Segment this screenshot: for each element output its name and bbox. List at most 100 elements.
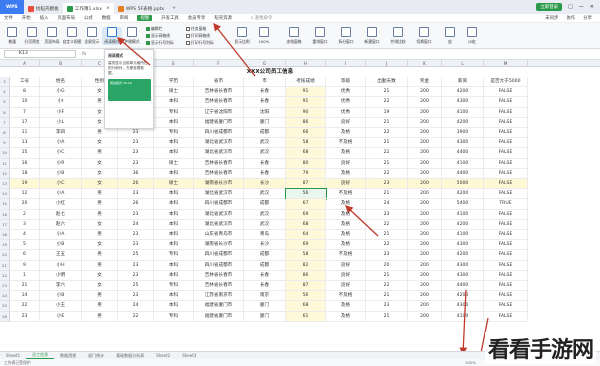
menu-formulas[interactable]: 公式 — [84, 15, 93, 21]
table-cell[interactable]: 21 — [366, 87, 408, 98]
table-cell[interactable]: 赵七 — [40, 209, 82, 220]
table-cell[interactable]: 福建省厦门市 — [194, 311, 244, 322]
table-cell[interactable]: 良好 — [326, 260, 366, 271]
table-cell[interactable]: 68 — [286, 148, 326, 159]
table-cell[interactable]: 长沙 — [244, 179, 286, 190]
table-cell[interactable]: 本科 — [154, 260, 194, 271]
table-cell[interactable]: FALSE — [484, 97, 528, 108]
table-cell[interactable]: 4400 — [442, 168, 484, 179]
check-row-col-headers[interactable]: 显示行号列标 — [146, 40, 174, 46]
fullscreen-button[interactable]: 全屏显示 — [82, 27, 102, 45]
table-cell[interactable]: 21 — [366, 138, 408, 149]
row-header[interactable]: 24 — [0, 291, 10, 302]
table-cell[interactable]: 本科 — [154, 189, 194, 200]
row-header[interactable]: 9 — [0, 138, 10, 149]
table-cell[interactable]: 8 — [10, 87, 40, 98]
table-cell[interactable]: 200 — [408, 301, 442, 312]
table-cell[interactable]: 20 — [366, 260, 408, 271]
table-cell[interactable]: 66 — [286, 128, 326, 139]
table-cell[interactable]: 200 — [408, 281, 442, 292]
column-header[interactable]: G — [244, 60, 286, 67]
table-cell[interactable]: 厦门 — [244, 117, 286, 128]
command-search[interactable]: ⌕ 查找命令 — [251, 15, 272, 21]
checkbox[interactable] — [146, 34, 150, 38]
table-cell[interactable]: 22 — [366, 219, 408, 230]
zoom-100-button[interactable]: 100% — [254, 27, 274, 44]
table-cell[interactable]: 87 — [286, 179, 326, 190]
table-cell[interactable]: 长沙 — [244, 240, 286, 251]
table-cell[interactable]: 200 — [408, 138, 442, 149]
table-cell[interactable]: 200 — [408, 209, 442, 220]
table-cell[interactable]: 优秀 — [326, 87, 366, 98]
table-cell[interactable]: FALSE — [484, 291, 528, 302]
table-cell[interactable]: 小A — [40, 138, 82, 149]
row-header[interactable]: 16 — [0, 209, 10, 220]
table-cell[interactable]: 21 — [366, 117, 408, 128]
table-cell[interactable]: 及格 — [326, 168, 366, 179]
table-cell[interactable]: 厦门 — [244, 311, 286, 322]
sheet-tab[interactable]: Sheet3 — [176, 353, 202, 358]
table-cell[interactable]: 7 — [10, 107, 40, 118]
table-cell[interactable]: 本科 — [154, 117, 194, 128]
zoom-button[interactable]: 显示比例 — [232, 27, 252, 45]
table-cell[interactable]: 18 — [10, 168, 40, 179]
table-cell[interactable]: 4100 — [442, 311, 484, 322]
table-cell[interactable]: 56 — [286, 291, 326, 302]
table-cell[interactable]: 长春 — [244, 168, 286, 179]
table-cell[interactable]: 4100 — [442, 230, 484, 241]
table-cell[interactable]: TRUE — [484, 199, 528, 210]
table-cell[interactable]: FALSE — [484, 158, 528, 169]
table-cell[interactable]: 小L — [40, 117, 82, 128]
table-cell[interactable]: 23 — [366, 209, 408, 220]
table-cell[interactable]: 小C — [40, 179, 82, 190]
table-header-cell[interactable]: 考核成绩 — [286, 77, 326, 88]
table-cell[interactable]: 良好 — [326, 117, 366, 128]
table-cell[interactable]: 小I — [40, 97, 82, 108]
table-cell[interactable]: 专科 — [154, 128, 194, 139]
table-cell[interactable]: 36 — [118, 168, 154, 179]
table-cell[interactable]: 25 — [118, 250, 154, 261]
table-header-cell[interactable]: 薪资 — [442, 77, 484, 88]
menu-developer[interactable]: 开发工具 — [161, 15, 179, 21]
table-cell[interactable]: 200 — [408, 260, 442, 271]
table-cell[interactable]: FALSE — [484, 128, 528, 139]
table-cell[interactable]: 男 — [82, 301, 118, 312]
table-cell[interactable]: FALSE — [484, 148, 528, 159]
table-cell[interactable]: 男 — [82, 189, 118, 200]
switch-window-button[interactable]: 切换窗口 — [414, 27, 434, 45]
table-cell[interactable]: 23 — [118, 230, 154, 241]
row-header[interactable]: 11 — [0, 158, 10, 169]
column-header[interactable]: J — [366, 60, 408, 67]
table-cell[interactable]: 本科 — [154, 240, 194, 251]
table-cell[interactable]: 小R — [40, 158, 82, 169]
table-cell[interactable]: 女 — [82, 281, 118, 292]
table-cell[interactable]: FALSE — [484, 240, 528, 251]
table-cell[interactable]: 3900 — [442, 128, 484, 139]
table-cell[interactable]: 19 — [366, 107, 408, 118]
checkbox[interactable] — [146, 41, 150, 45]
table-cell[interactable]: 良好 — [326, 158, 366, 169]
column-header[interactable]: L — [442, 60, 484, 67]
table-cell[interactable]: 200 — [408, 87, 442, 98]
row-header[interactable]: 20 — [0, 250, 10, 261]
table-cell[interactable]: 本科 — [154, 219, 194, 230]
table-cell[interactable]: 67 — [286, 199, 326, 210]
table-cell[interactable]: 22 — [366, 148, 408, 159]
table-header-cell[interactable]: 市 — [244, 77, 286, 88]
table-cell[interactable]: 女 — [82, 240, 118, 251]
table-cell[interactable]: 不及格 — [326, 138, 366, 149]
row-header[interactable]: 15 — [0, 199, 10, 210]
table-cell[interactable]: 硕士 — [154, 87, 194, 98]
table-cell[interactable]: 及格 — [326, 219, 366, 230]
row-header[interactable]: 21 — [0, 260, 10, 271]
table-cell[interactable]: 4 — [10, 230, 40, 241]
freeze-panes-button[interactable]: 冻结窗格 — [284, 27, 304, 45]
checkbox[interactable] — [186, 34, 190, 38]
table-cell[interactable]: 4300 — [442, 240, 484, 251]
table-cell[interactable]: 及格 — [326, 209, 366, 220]
fx-icon[interactable]: fx — [82, 52, 86, 57]
table-cell[interactable]: 沈阳 — [244, 107, 286, 118]
table-cell[interactable]: 82 — [286, 260, 326, 271]
table-cell[interactable]: 女 — [82, 270, 118, 281]
table-cell[interactable]: FALSE — [484, 250, 528, 261]
